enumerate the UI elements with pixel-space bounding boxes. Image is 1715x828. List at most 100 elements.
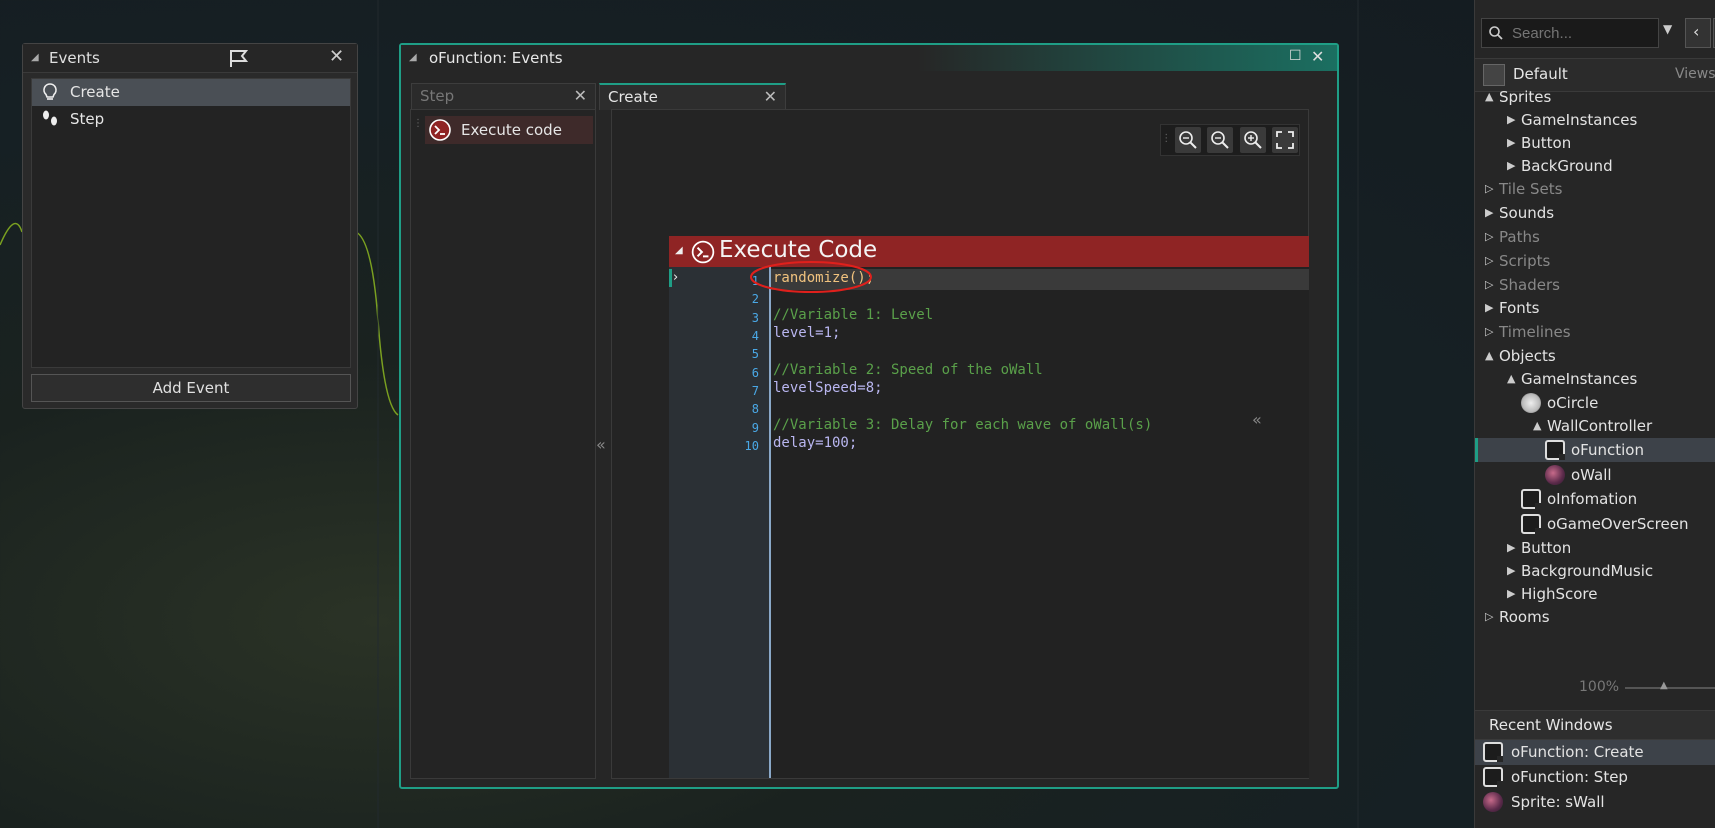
tree-item-label: HighScore: [1521, 585, 1598, 603]
tab-create[interactable]: Create ✕: [599, 83, 786, 110]
event-item-step[interactable]: Step: [32, 106, 350, 133]
expand-arrow-icon[interactable]: ▶: [1507, 136, 1515, 149]
nav-back-button[interactable]: ‹: [1685, 18, 1711, 48]
action-item-execute-code[interactable]: Execute code: [425, 116, 593, 144]
zoom-slider-handle[interactable]: ▲: [1660, 680, 1668, 691]
close-tab-icon[interactable]: ✕: [574, 86, 587, 105]
tree-item[interactable]: oCircle: [1475, 391, 1715, 415]
zoom-reset-icon[interactable]: [1174, 127, 1201, 153]
tree-item[interactable]: ▶ GameInstances: [1475, 108, 1715, 132]
tree-item[interactable]: oWall: [1475, 463, 1715, 487]
tree-item[interactable]: ▷ Timelines: [1475, 320, 1715, 344]
close-icon[interactable]: ✕: [329, 46, 344, 67]
execute-code-icon: [691, 240, 715, 264]
tree-item[interactable]: oGameOverScreen: [1475, 512, 1715, 536]
line-number: 4: [751, 329, 759, 343]
tree-item-label: Sounds: [1499, 204, 1555, 222]
recent-window-item[interactable]: Sprite: sWall: [1475, 790, 1715, 815]
expand-arrow-icon[interactable]: ▷: [1485, 610, 1493, 623]
tree-item[interactable]: ▷ Shaders: [1475, 273, 1715, 297]
drag-handle-icon[interactable]: ⋮: [413, 118, 423, 129]
collapse-triangle-icon[interactable]: ◢: [409, 52, 417, 63]
code-line[interactable]: levelSpeed=8;: [773, 380, 883, 396]
tree-item[interactable]: ▲ Objects: [1475, 344, 1715, 368]
tree-item[interactable]: ▶ BackGround: [1475, 154, 1715, 178]
expand-arrow-icon[interactable]: ▷: [1485, 254, 1493, 267]
code-line[interactable]: delay=100;: [773, 435, 857, 451]
expand-arrow-icon[interactable]: ▶: [1485, 206, 1493, 219]
zoom-out-icon[interactable]: [1207, 127, 1234, 153]
soccer-ball-icon: [1521, 393, 1541, 413]
fullscreen-icon[interactable]: [1272, 127, 1298, 153]
expand-arrow-icon[interactable]: ▶: [1507, 541, 1515, 554]
expand-arrow-icon[interactable]: ▲: [1533, 419, 1541, 432]
code-editor-area: ⋮ ◢ Execute Code › 1 2 3 4 5 6 7 8 9 10 …: [611, 109, 1309, 779]
expand-arrow-icon[interactable]: ▷: [1485, 230, 1493, 243]
drag-handle-icon[interactable]: ⋮: [1161, 133, 1171, 144]
tree-item[interactable]: ▷ Paths: [1475, 225, 1715, 249]
code-line[interactable]: //Variable 2: Speed of the oWall: [773, 362, 1043, 378]
collapse-triangle-icon[interactable]: ◢: [675, 245, 683, 256]
group-label[interactable]: Default: [1513, 65, 1568, 83]
zoom-in-icon[interactable]: [1239, 127, 1266, 153]
tree-item[interactable]: ▶ Button: [1475, 131, 1715, 155]
tab-label: Create: [608, 88, 658, 106]
tree-item[interactable]: ▷ Rooms: [1475, 605, 1715, 629]
tree-item-label: Button: [1521, 539, 1572, 557]
recent-window-item[interactable]: oFunction: Create: [1475, 740, 1715, 765]
tree-item[interactable]: oFunction: [1475, 438, 1715, 462]
expand-arrow-icon[interactable]: ▶: [1507, 564, 1515, 577]
expand-arrow-icon[interactable]: ▷: [1485, 278, 1493, 291]
close-tab-icon[interactable]: ✕: [764, 87, 777, 106]
expand-arrow-icon[interactable]: ▶: [1507, 113, 1515, 126]
search-input[interactable]: [1510, 23, 1654, 43]
code-line[interactable]: //Variable 1: Level: [773, 307, 933, 323]
flag-icon[interactable]: [228, 48, 250, 68]
event-item-create[interactable]: Create: [32, 79, 350, 106]
line-number: 5: [751, 347, 759, 361]
execute-code-block: ◢ Execute Code › 1 2 3 4 5 6 7 8 9 10 randomize()…: [669, 236, 1309, 778]
collapse-right-icon[interactable]: «: [1252, 410, 1262, 429]
events-list: Create Step: [31, 78, 351, 368]
tree-item[interactable]: ▶ BackgroundMusic: [1475, 559, 1715, 583]
recent-window-item[interactable]: oFunction: Step: [1475, 765, 1715, 790]
expand-arrow-icon[interactable]: ▶: [1507, 159, 1515, 172]
search-options-chevron-icon[interactable]: ▼: [1663, 22, 1672, 36]
views-label[interactable]: Views: [1675, 66, 1715, 82]
zoom-slider[interactable]: [1625, 687, 1715, 689]
tree-item[interactable]: ▷ Scripts: [1475, 249, 1715, 273]
line-number-gutter: › 1 2 3 4 5 6 7 8 9 10: [669, 267, 771, 778]
tree-item[interactable]: oInfomation: [1475, 487, 1715, 511]
tree-item[interactable]: ▶ Sounds: [1475, 201, 1715, 225]
tree-item-label: Sprites: [1499, 88, 1552, 106]
tree-item[interactable]: ▲ WallController: [1475, 414, 1715, 438]
expand-arrow-icon[interactable]: ▲: [1485, 349, 1493, 362]
tab-step[interactable]: Step ✕: [411, 83, 596, 109]
maximize-icon[interactable]: ☐: [1289, 48, 1302, 64]
tree-item[interactable]: ▶ HighScore: [1475, 582, 1715, 606]
close-icon[interactable]: ✕: [1311, 47, 1324, 66]
line-number: 7: [751, 384, 759, 398]
code-line[interactable]: level=1;: [773, 325, 840, 341]
expand-arrow-icon[interactable]: ▲: [1507, 372, 1515, 385]
object-icon: [1545, 440, 1565, 460]
expand-arrow-icon[interactable]: ▷: [1485, 182, 1493, 195]
collapse-left-icon[interactable]: «: [596, 435, 606, 454]
tree-item[interactable]: ▶ Button: [1475, 536, 1715, 560]
expand-arrow-icon[interactable]: ▲: [1485, 90, 1493, 103]
expand-arrow-icon[interactable]: ▶: [1507, 587, 1515, 600]
events-panel-titlebar[interactable]: ◢ Events ✕: [23, 44, 357, 73]
collapse-triangle-icon[interactable]: ◢: [31, 52, 39, 63]
group-icon[interactable]: [1483, 64, 1505, 86]
search-field[interactable]: [1481, 18, 1659, 48]
add-event-button[interactable]: Add Event: [31, 374, 351, 402]
line-number: 9: [751, 421, 759, 435]
expand-arrow-icon[interactable]: ▷: [1485, 325, 1493, 338]
tree-item[interactable]: ▷ Tile Sets: [1475, 177, 1715, 201]
tree-item[interactable]: ▲ Sprites: [1475, 85, 1715, 109]
expand-arrow-icon[interactable]: ▶: [1485, 301, 1493, 314]
tree-item[interactable]: ▶ Fonts: [1475, 296, 1715, 320]
object-panel-titlebar[interactable]: ◢ oFunction: Events ☐ ✕: [401, 45, 1337, 71]
tree-item[interactable]: ▲ GameInstances: [1475, 367, 1715, 391]
code-line[interactable]: //Variable 3: Delay for each wave of oWa…: [773, 417, 1152, 433]
